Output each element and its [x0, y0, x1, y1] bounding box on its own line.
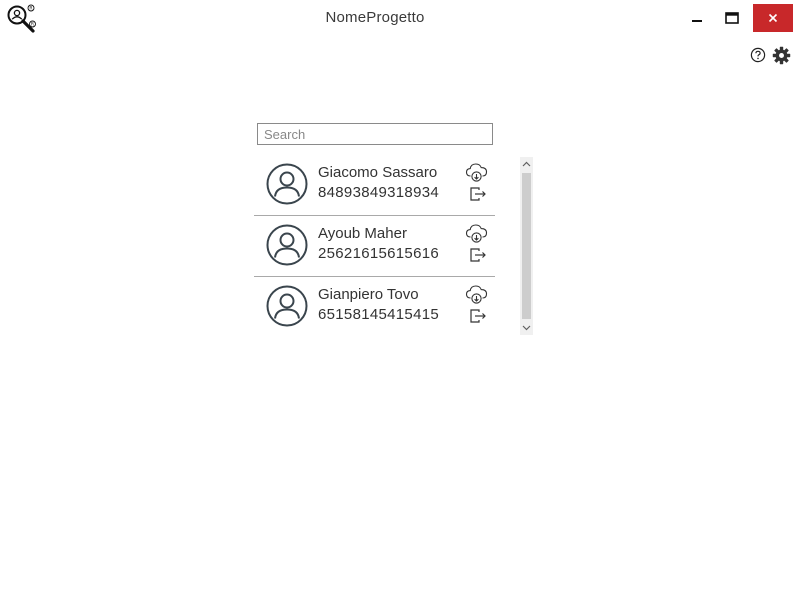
list-item[interactable]: Ayoub Maher 25621615615616	[254, 216, 495, 277]
logout-icon	[470, 248, 486, 262]
help-icon	[750, 47, 766, 63]
scroll-up-button[interactable]	[520, 157, 533, 171]
logout-button[interactable]	[469, 308, 487, 324]
minimize-icon	[692, 20, 702, 22]
app-window: R R NomeProgetto Search Giacomo Sassaro …	[0, 0, 800, 600]
logout-button[interactable]	[469, 247, 487, 263]
cloud-download-button[interactable]	[465, 222, 489, 244]
logout-icon	[470, 187, 486, 201]
close-button[interactable]	[753, 4, 793, 32]
help-button[interactable]	[750, 47, 766, 63]
search-input[interactable]	[257, 123, 493, 145]
settings-button[interactable]	[772, 46, 791, 65]
list-item[interactable]: Gianpiero Tovo 65158145415415	[254, 277, 495, 337]
chevron-up-icon	[522, 161, 531, 167]
user-name: Ayoub Maher	[318, 225, 407, 242]
cloud-download-icon	[465, 224, 488, 243]
cloud-download-button[interactable]	[465, 283, 489, 305]
maximize-button[interactable]	[714, 4, 750, 32]
user-id: 25621615615616	[318, 245, 439, 262]
list-scrollbar[interactable]	[520, 157, 533, 335]
scroll-down-button[interactable]	[520, 321, 533, 335]
close-icon	[768, 13, 778, 23]
user-list: Giacomo Sassaro 84893849318934 Ayoub Mah…	[254, 155, 495, 337]
user-avatar-icon	[266, 285, 308, 327]
user-name: Giacomo Sassaro	[318, 164, 438, 181]
window-title: NomeProgetto	[325, 9, 425, 26]
maximize-icon	[725, 12, 739, 24]
scrollbar-thumb[interactable]	[522, 173, 531, 319]
user-name: Gianpiero Tovo	[318, 286, 419, 303]
logout-button[interactable]	[469, 186, 487, 202]
cloud-download-icon	[465, 285, 488, 304]
gear-icon	[772, 46, 791, 65]
logout-icon	[470, 309, 486, 323]
chevron-down-icon	[522, 325, 531, 331]
cloud-download-button[interactable]	[465, 161, 489, 183]
minimize-button[interactable]	[679, 4, 715, 32]
user-id: 84893849318934	[318, 184, 439, 201]
cloud-download-icon	[465, 163, 488, 182]
user-avatar-icon	[266, 163, 308, 205]
user-avatar-icon	[266, 224, 308, 266]
list-item[interactable]: Giacomo Sassaro 84893849318934	[254, 155, 495, 216]
user-id: 65158145415415	[318, 306, 439, 323]
